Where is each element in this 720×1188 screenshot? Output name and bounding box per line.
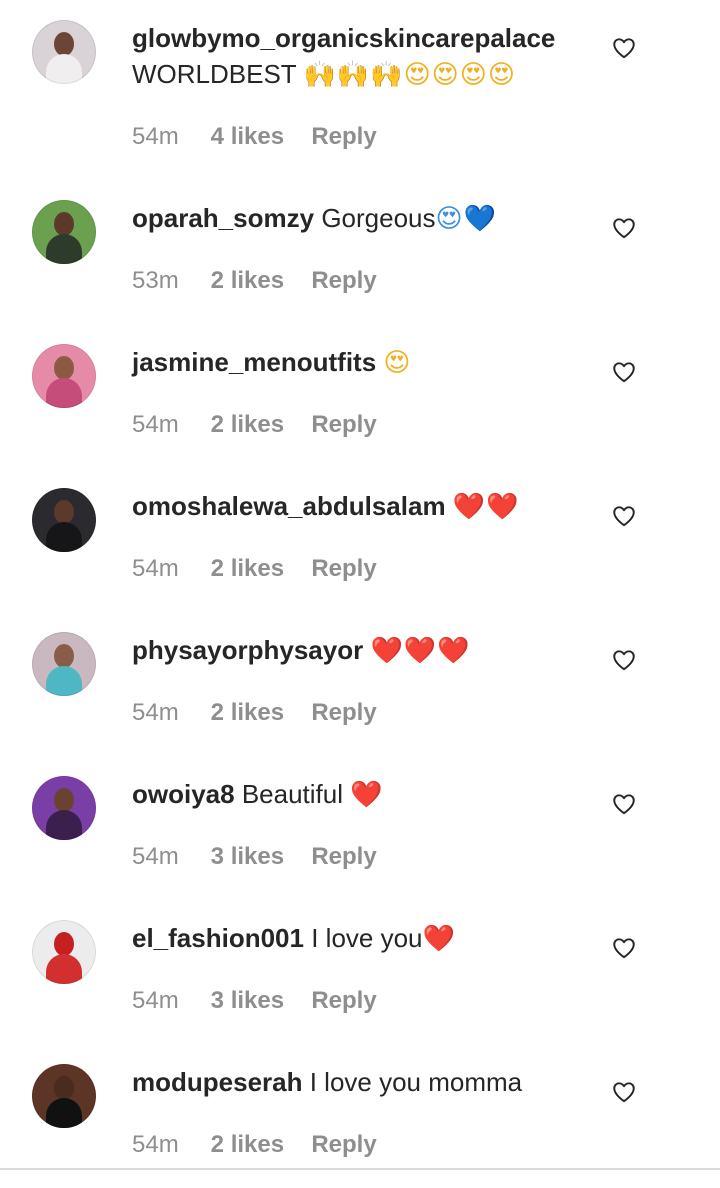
comment-item: omoshalewa_abdulsalam ❤️❤️ 54m 2 likes R… <box>0 468 720 612</box>
reply-button[interactable]: Reply <box>311 697 376 729</box>
comment-emoji: 😍💙 <box>435 203 497 233</box>
avatar[interactable] <box>32 776 96 840</box>
comment-username[interactable]: physayorphysayor <box>132 635 363 665</box>
reply-button[interactable]: Reply <box>311 265 376 297</box>
comment-meta: 54m 2 likes Reply <box>132 409 377 441</box>
like-button[interactable] <box>608 358 640 390</box>
avatar[interactable] <box>32 344 96 408</box>
comment-time: 54m <box>132 1131 179 1158</box>
comment-username[interactable]: el_fashion001 <box>132 923 304 953</box>
comment-time: 54m <box>132 555 179 582</box>
comment-likes[interactable]: 2 likes <box>211 553 305 585</box>
avatar[interactable] <box>32 632 96 696</box>
comment-item: glowbymo_organicskincarepalace WORLDBEST… <box>0 0 720 150</box>
heart-outline-icon <box>611 35 637 66</box>
comment-likes[interactable]: 2 likes <box>211 1129 305 1161</box>
heart-outline-icon <box>611 1079 637 1110</box>
heart-outline-icon <box>611 215 637 246</box>
like-button[interactable] <box>608 790 640 822</box>
comment-time: 54m <box>132 987 179 1014</box>
comment-likes[interactable]: 2 likes <box>211 265 305 297</box>
comment-likes[interactable]: 2 likes <box>211 697 305 729</box>
comment-emoji: ❤️❤️ <box>452 491 520 521</box>
like-button[interactable] <box>608 934 640 966</box>
comment-item: physayorphysayor ❤️❤️❤️ 54m 2 likes Repl… <box>0 612 720 756</box>
like-button[interactable] <box>608 214 640 246</box>
comment-username[interactable]: jasmine_menoutfits <box>132 347 376 377</box>
reply-button[interactable]: Reply <box>311 553 376 585</box>
comment-time: 54m <box>132 699 179 726</box>
comment-meta: 54m 3 likes Reply <box>132 985 377 1017</box>
comment-username[interactable]: oparah_somzy <box>132 203 314 233</box>
like-button[interactable] <box>608 1078 640 1110</box>
bottom-divider <box>0 1168 720 1170</box>
reply-button[interactable]: Reply <box>311 841 376 873</box>
like-button[interactable] <box>608 502 640 534</box>
comment-text: Beautiful <box>241 779 344 809</box>
avatar[interactable] <box>32 1064 96 1128</box>
comment-text: I love you momma <box>309 1067 523 1097</box>
comment-emoji: ❤️ <box>422 923 456 953</box>
comment-likes[interactable]: 3 likes <box>211 841 305 873</box>
reply-button[interactable]: Reply <box>311 985 376 1017</box>
comment-likes[interactable]: 4 likes <box>211 121 305 153</box>
reply-button[interactable]: Reply <box>311 1129 376 1161</box>
comment-meta: 54m 4 likes Reply <box>132 121 377 153</box>
comment-time: 53m <box>132 267 179 294</box>
avatar[interactable] <box>32 200 96 264</box>
like-button[interactable] <box>608 646 640 678</box>
heart-outline-icon <box>611 359 637 390</box>
comment-emoji: 😍 <box>383 347 412 377</box>
heart-outline-icon <box>611 935 637 966</box>
comment-likes[interactable]: 3 likes <box>211 985 305 1017</box>
comment-emoji: ❤️❤️❤️ <box>370 635 471 665</box>
avatar[interactable] <box>32 920 96 984</box>
comment-username[interactable]: glowbymo_organicskincarepalace <box>132 23 555 53</box>
comment-text: Gorgeous <box>321 203 436 233</box>
comment-emoji: 🙌🙌🙌😍😍😍😍 <box>303 59 516 89</box>
comment-item: oparah_somzy Gorgeous😍💙 53m 2 likes Repl… <box>0 180 720 324</box>
comment-meta: 54m 2 likes Reply <box>132 697 377 729</box>
reply-button[interactable]: Reply <box>311 121 376 153</box>
comment-emoji: ❤️ <box>350 779 384 809</box>
comment-text: WORLDBEST <box>132 59 297 89</box>
comment-time: 54m <box>132 411 179 438</box>
heart-outline-icon <box>611 647 637 678</box>
comment-text: I love you <box>311 923 423 953</box>
comment-username[interactable]: owoiya8 <box>132 779 235 809</box>
comment-item: owoiya8 Beautiful ❤️ 54m 3 likes Reply <box>0 756 720 900</box>
reply-button[interactable]: Reply <box>311 409 376 441</box>
comment-meta: 54m 3 likes Reply <box>132 841 377 873</box>
comment-username[interactable]: modupeserah <box>132 1067 303 1097</box>
comment-item: modupeserah I love you momma 54m 2 likes… <box>0 1044 720 1188</box>
comment-time: 54m <box>132 123 179 150</box>
comment-likes[interactable]: 2 likes <box>211 409 305 441</box>
comment-meta: 54m 2 likes Reply <box>132 553 377 585</box>
avatar[interactable] <box>32 20 96 84</box>
comment-username[interactable]: omoshalewa_abdulsalam <box>132 491 446 521</box>
like-button[interactable] <box>608 34 640 66</box>
comment-item: el_fashion001 I love you❤️ 54m 3 likes R… <box>0 900 720 1044</box>
heart-outline-icon <box>611 791 637 822</box>
comment-meta: 54m 2 likes Reply <box>132 1129 377 1161</box>
comment-meta: 53m 2 likes Reply <box>132 265 377 297</box>
comment-item: jasmine_menoutfits 😍 54m 2 likes Reply <box>0 324 720 468</box>
comment-time: 54m <box>132 843 179 870</box>
avatar[interactable] <box>32 488 96 552</box>
heart-outline-icon <box>611 503 637 534</box>
